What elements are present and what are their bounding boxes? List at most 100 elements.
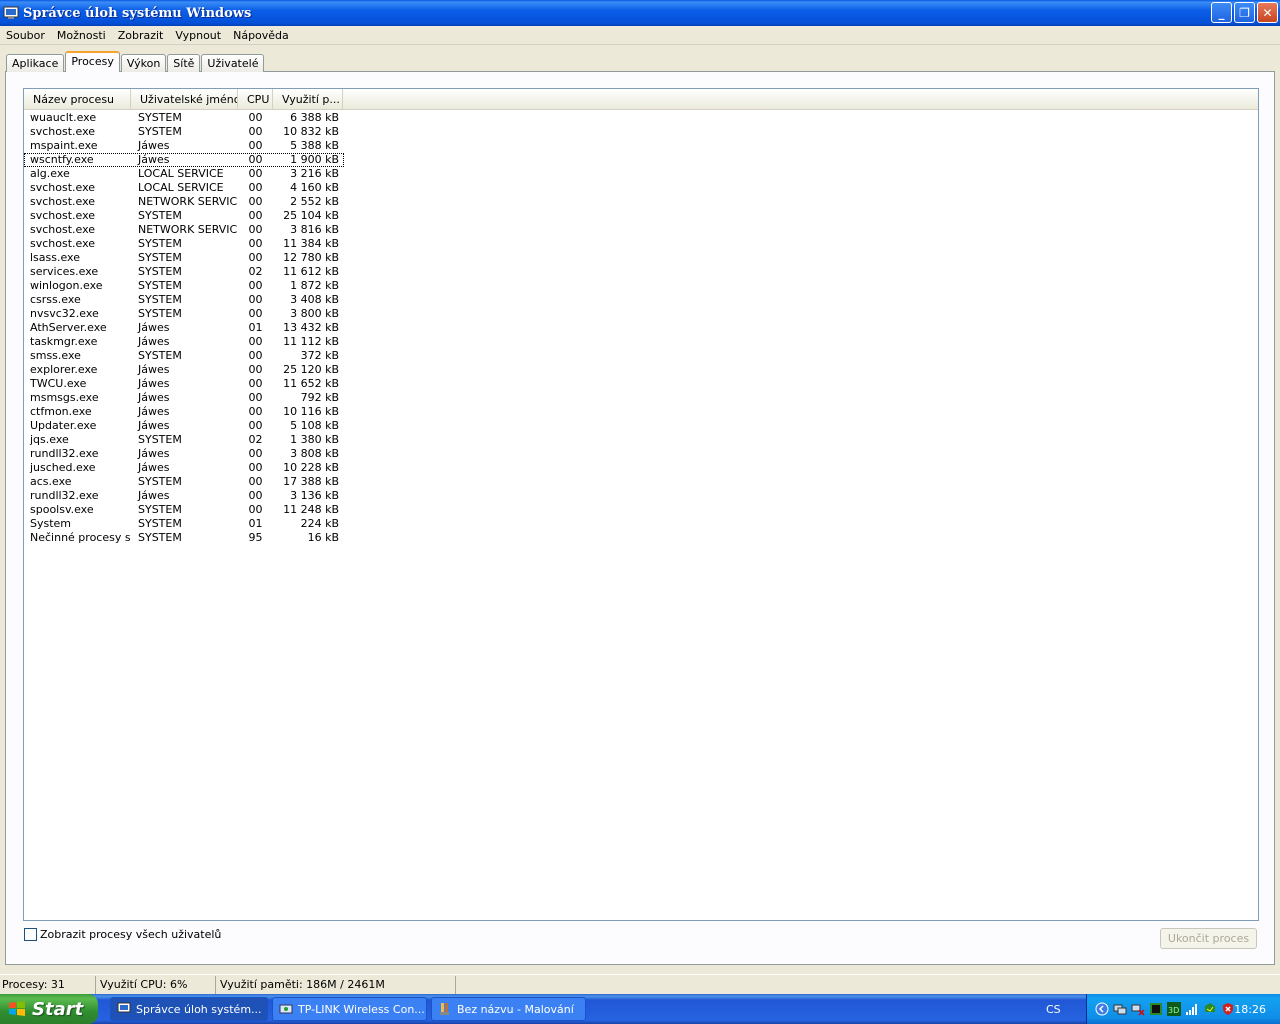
status-process-count: Procesy: 31 [0, 975, 96, 994]
taskbar-item-paint[interactable]: Bez názvu - Malování [431, 997, 586, 1021]
status-memory-usage: Využití paměti: 186M / 2461M [216, 975, 456, 994]
process-name-cell: svchost.exe [30, 125, 96, 138]
memory-cell: 1 380 kB [290, 433, 339, 446]
network-icon[interactable] [1131, 1002, 1145, 1016]
table-row[interactable]: svchost.exe NETWORK SERVICE 00 3 816 kB [24, 223, 1258, 237]
network-icon[interactable] [1113, 1002, 1127, 1016]
table-row[interactable]: taskmgr.exe Jáwes 00 11 112 kB [24, 335, 1258, 349]
table-row[interactable]: svchost.exe LOCAL SERVICE 00 4 160 kB [24, 181, 1258, 195]
table-row[interactable]: spoolsv.exe SYSTEM 00 11 248 kB [24, 503, 1258, 517]
taskbar-item-label: Bez názvu - Malování [457, 1002, 574, 1016]
antivirus-icon[interactable] [1203, 1002, 1217, 1016]
table-row[interactable]: services.exe SYSTEM 02 11 612 kB [24, 265, 1258, 279]
table-row[interactable]: svchost.exe NETWORK SERVICE 00 2 552 kB [24, 195, 1258, 209]
tab-performance[interactable]: Výkon [120, 54, 167, 72]
column-header-cpu[interactable]: CPU [238, 89, 273, 110]
table-row[interactable]: rundll32.exe Jáwes 00 3 808 kB [24, 447, 1258, 461]
table-row[interactable]: ctfmon.exe Jáwes 00 10 116 kB [24, 405, 1258, 419]
maximize-button[interactable]: ❐ [1234, 2, 1255, 23]
memory-cell: 792 kB [300, 391, 339, 404]
table-row[interactable]: winlogon.exe SYSTEM 00 1 872 kB [24, 279, 1258, 293]
memory-cell: 11 612 kB [283, 265, 339, 278]
security-icon[interactable] [1221, 1002, 1235, 1016]
minimize-button[interactable]: _ [1211, 2, 1232, 23]
start-button[interactable]: Start [0, 994, 98, 1024]
cpu-cell: 00 [248, 181, 263, 194]
taskbar-item-taskmgr[interactable]: Správce úloh systém... [110, 997, 268, 1021]
table-row[interactable]: csrss.exe SYSTEM 00 3 408 kB [24, 293, 1258, 307]
tab-processes[interactable]: Procesy [65, 51, 120, 72]
table-row[interactable]: AthServer.exe Jáwes 01 13 432 kB [24, 321, 1258, 335]
memory-cell: 5 108 kB [290, 419, 339, 432]
menu-shutdown[interactable]: Vypnout [169, 29, 227, 42]
table-row[interactable]: nvsvc32.exe SYSTEM 00 3 800 kB [24, 307, 1258, 321]
table-row[interactable]: wuauclt.exe SYSTEM 00 6 388 kB [24, 111, 1258, 125]
table-row[interactable]: svchost.exe SYSTEM 00 11 384 kB [24, 237, 1258, 251]
process-name-cell: svchost.exe [30, 223, 96, 236]
end-process-button[interactable]: Ukončit proces [1160, 928, 1257, 949]
show-all-checkbox[interactable] [24, 928, 37, 941]
user-name-cell: SYSTEM [138, 475, 182, 488]
column-header-memory[interactable]: Využití p... [273, 89, 343, 110]
cpu-cell: 00 [248, 195, 263, 208]
arrow-left-icon[interactable] [1095, 1002, 1109, 1016]
menu-view[interactable]: Zobrazit [112, 29, 170, 42]
table-row[interactable]: System SYSTEM 01 224 kB [24, 517, 1258, 531]
process-list[interactable]: Název procesu Uživatelské jméno CPU Využ… [23, 88, 1259, 921]
column-header-user[interactable]: Uživatelské jméno [131, 89, 238, 110]
table-row[interactable]: jqs.exe SYSTEM 02 1 380 kB [24, 433, 1258, 447]
memory-cell: 6 388 kB [290, 111, 339, 124]
memory-cell: 1 900 kB [290, 153, 339, 166]
status-cpu-usage: Využití CPU: 6% [96, 975, 216, 994]
table-row[interactable]: Updater.exe Jáwes 00 5 108 kB [24, 419, 1258, 433]
clock[interactable]: 18:26 [1234, 1003, 1266, 1016]
table-row[interactable]: acs.exe SYSTEM 00 17 388 kB [24, 475, 1258, 489]
title-bar[interactable]: Správce úloh systému Windows _ ❐ ✕ [0, 0, 1280, 26]
table-row[interactable]: mspaint.exe Jáwes 00 5 388 kB [24, 139, 1258, 153]
table-row[interactable]: svchost.exe SYSTEM 00 25 104 kB [24, 209, 1258, 223]
cpu-cell: 00 [248, 391, 263, 404]
memory-cell: 10 228 kB [283, 461, 339, 474]
menu-help[interactable]: Nápověda [227, 29, 295, 42]
process-name-cell: System [30, 517, 72, 530]
close-button[interactable]: ✕ [1257, 2, 1278, 23]
xfire-icon[interactable]: 3D [1167, 1002, 1181, 1016]
table-row[interactable]: smss.exe SYSTEM 00 372 kB [24, 349, 1258, 363]
process-name-cell: rundll32.exe [30, 447, 99, 460]
table-row[interactable]: alg.exe LOCAL SERVICE 00 3 216 kB [24, 167, 1258, 181]
signal-icon[interactable] [1185, 1002, 1199, 1016]
table-row[interactable]: jusched.exe Jáwes 00 10 228 kB [24, 461, 1258, 475]
table-row[interactable]: explorer.exe Jáwes 00 25 120 kB [24, 363, 1258, 377]
nvidia-icon[interactable] [1149, 1002, 1163, 1016]
user-name-cell: Jáwes [138, 363, 170, 376]
process-name-cell: jqs.exe [30, 433, 69, 446]
table-row[interactable]: rundll32.exe Jáwes 00 3 136 kB [24, 489, 1258, 503]
table-row[interactable]: wscntfy.exe Jáwes 00 1 900 kB [24, 153, 344, 167]
table-row[interactable]: lsass.exe SYSTEM 00 12 780 kB [24, 251, 1258, 265]
user-name-cell: Jáwes [138, 377, 170, 390]
process-name-cell: svchost.exe [30, 181, 96, 194]
user-name-cell: Jáwes [138, 419, 170, 432]
menu-file[interactable]: Soubor [0, 29, 51, 42]
user-name-cell: Jáwes [138, 335, 170, 348]
memory-cell: 16 kB [307, 531, 339, 544]
table-row[interactable]: msmsgs.exe Jáwes 00 792 kB [24, 391, 1258, 405]
tab-networking[interactable]: Sítě [167, 54, 201, 72]
table-row[interactable]: svchost.exe SYSTEM 00 10 832 kB [24, 125, 1258, 139]
column-header-name[interactable]: Název procesu [24, 89, 131, 110]
show-all-processes[interactable]: Zobrazit procesy všech uživatelů [24, 928, 221, 941]
cpu-cell: 00 [248, 167, 263, 180]
table-row[interactable]: Nečinné procesy s... SYSTEM 95 16 kB [24, 531, 1258, 545]
memory-cell: 1 872 kB [290, 279, 339, 292]
cpu-cell: 02 [248, 265, 263, 278]
table-row[interactable]: TWCU.exe Jáwes 00 11 652 kB [24, 377, 1258, 391]
menu-options[interactable]: Možnosti [51, 29, 112, 42]
tab-users[interactable]: Uživatelé [201, 54, 265, 72]
tab-strip: Aplikace Procesy Výkon Sítě Uživatelé [6, 51, 265, 72]
process-name-cell: mspaint.exe [30, 139, 98, 152]
tab-applications[interactable]: Aplikace [6, 54, 65, 72]
language-indicator[interactable]: CS [1046, 1003, 1061, 1016]
taskbar-item-wireless[interactable]: TP-LINK Wireless Con... [272, 997, 427, 1021]
svg-text:3D: 3D [1168, 1006, 1179, 1015]
process-name-cell: spoolsv.exe [30, 503, 94, 516]
